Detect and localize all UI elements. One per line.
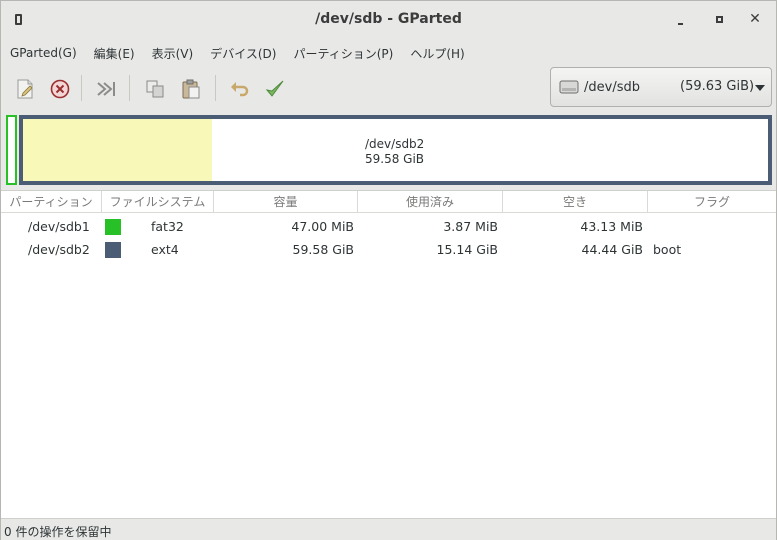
row-size: 59.58 GiB xyxy=(292,242,355,257)
row-filesystem: ext4 xyxy=(151,242,179,257)
delete-button[interactable] xyxy=(46,75,74,103)
row-size: 47.00 MiB xyxy=(291,219,354,234)
partition-map: /dev/sdb2 59.58 GiB xyxy=(1,113,776,189)
partition-map-sdb2-name: /dev/sdb2 xyxy=(365,137,425,151)
row-partition: /dev/sdb1 xyxy=(28,219,90,234)
partition-map-sdb1-used xyxy=(10,119,13,181)
filesystem-color-swatch xyxy=(105,242,121,258)
paste-icon xyxy=(182,79,200,99)
partition-map-sdb2-used xyxy=(23,119,212,181)
row-partition: /dev/sdb2 xyxy=(28,242,90,257)
menu-edit[interactable]: 編集(E) xyxy=(85,45,143,62)
filesystem-color-swatch xyxy=(105,219,121,235)
device-size: (59.63 GiB) xyxy=(680,79,755,94)
row-free: 44.44 GiB xyxy=(581,242,644,257)
chevron-down-icon xyxy=(755,85,765,91)
toolbar-separator xyxy=(215,75,216,101)
partition-map-sdb2-size: 59.58 GiB xyxy=(365,152,425,166)
partition-map-sdb2-label: /dev/sdb2 59.58 GiB xyxy=(365,137,424,167)
row-flags: boot xyxy=(653,242,682,257)
device-selector[interactable]: /dev/sdb (59.63 GiB) xyxy=(550,67,772,107)
column-header-free[interactable]: 空き xyxy=(503,191,648,213)
new-partition-button[interactable] xyxy=(11,75,39,103)
menu-device[interactable]: デバイス(D) xyxy=(201,45,284,62)
new-partition-icon xyxy=(17,79,33,99)
column-header-used[interactable]: 使用済み xyxy=(358,191,503,213)
column-header-flags[interactable]: フラグ xyxy=(648,191,776,213)
status-bar: 0 件の操作を保留中 xyxy=(1,518,776,540)
resize-move-button[interactable] xyxy=(92,75,120,103)
column-header-size[interactable]: 容量 xyxy=(214,191,358,213)
status-text: 0 件の操作を保留中 xyxy=(4,525,112,539)
menu-view[interactable]: 表示(V) xyxy=(143,45,202,62)
column-header-filesystem[interactable]: ファイルシステム xyxy=(102,191,214,213)
paste-button[interactable] xyxy=(177,75,205,103)
partition-table: パーティション ファイルシステム 容量 使用済み 空き フラグ /dev/sdb… xyxy=(1,190,776,518)
menu-gparted[interactable]: GParted(G) xyxy=(1,46,85,60)
copy-icon xyxy=(146,80,164,98)
toolbar-separator xyxy=(129,75,130,101)
undo-icon xyxy=(231,82,249,97)
table-row[interactable]: /dev/sdb2 ext4 59.58 GiB 15.14 GiB 44.44… xyxy=(1,238,776,261)
title-bar[interactable]: /dev/sdb - GParted ✕ xyxy=(1,1,776,39)
apply-button[interactable] xyxy=(261,75,289,103)
resize-move-icon xyxy=(97,82,115,96)
table-row[interactable]: /dev/sdb1 fat32 47.00 MiB 3.87 MiB 43.13… xyxy=(1,215,776,238)
row-free: 43.13 MiB xyxy=(580,219,643,234)
row-used: 15.14 GiB xyxy=(436,242,499,257)
copy-button[interactable] xyxy=(141,75,169,103)
gparted-window: /dev/sdb - GParted ✕ GParted(G) 編集(E) 表示… xyxy=(0,0,777,540)
column-header-partition[interactable]: パーティション xyxy=(1,191,102,213)
device-name: /dev/sdb xyxy=(584,79,640,95)
apply-icon xyxy=(265,80,284,97)
menu-partition[interactable]: パーティション(P) xyxy=(284,45,401,62)
hard-drive-icon xyxy=(559,80,579,94)
close-button[interactable]: ✕ xyxy=(747,11,763,27)
maximize-button[interactable] xyxy=(712,11,728,27)
row-filesystem: fat32 xyxy=(151,219,184,234)
toolbar-separator xyxy=(81,75,82,101)
partition-map-sdb1[interactable] xyxy=(6,115,17,185)
partition-map-sdb2[interactable]: /dev/sdb2 59.58 GiB xyxy=(19,115,772,185)
undo-button[interactable] xyxy=(226,75,254,103)
table-header: パーティション ファイルシステム 容量 使用済み 空き フラグ xyxy=(1,191,776,213)
menu-help[interactable]: ヘルプ(H) xyxy=(401,45,472,62)
window-title: /dev/sdb - GParted xyxy=(315,11,462,27)
row-used: 3.87 MiB xyxy=(443,219,498,234)
delete-icon xyxy=(50,79,70,99)
minimize-button[interactable] xyxy=(673,11,689,27)
menu-bar: GParted(G) 編集(E) 表示(V) デバイス(D) パーティション(P… xyxy=(1,41,776,65)
